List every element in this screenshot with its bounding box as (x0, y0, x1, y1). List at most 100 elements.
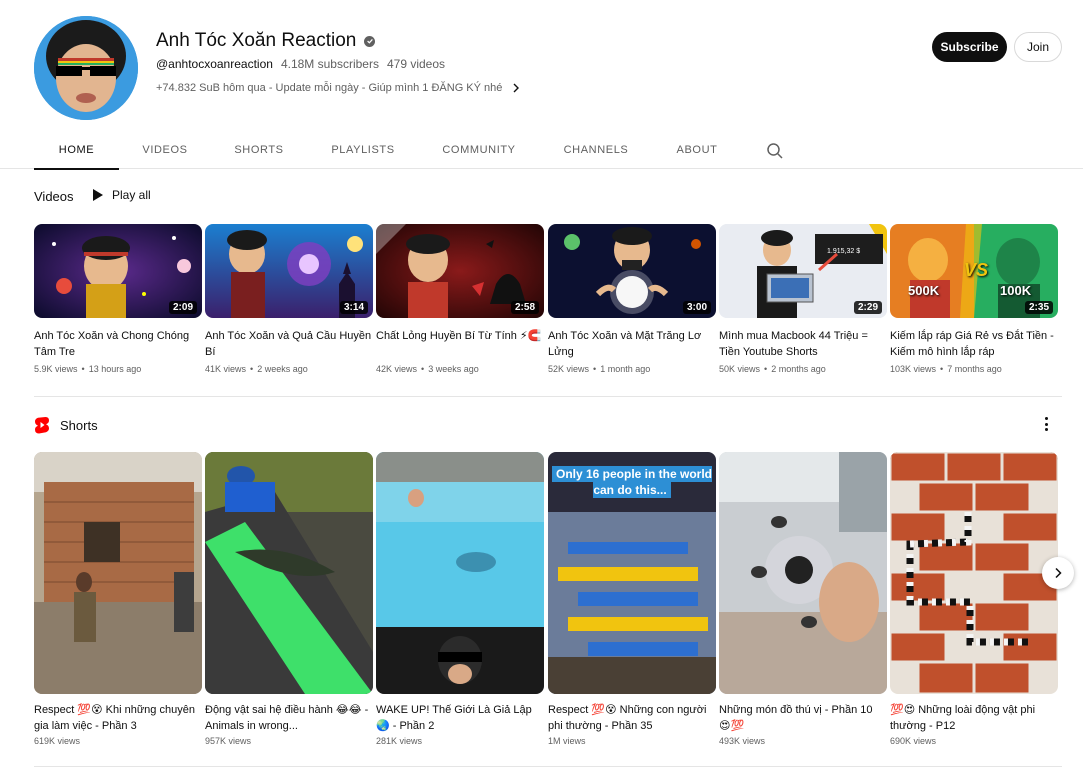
short-title[interactable]: Respect 💯😵 Những con người phi thường - … (548, 702, 716, 734)
thumb-left-number: 500K (908, 283, 940, 298)
video-meta: 50K views 2 months ago (719, 364, 887, 374)
video-title[interactable]: Anh Tóc Xoăn và Mặt Trăng Lơ Lửng (548, 328, 716, 360)
channel-avatar[interactable] (34, 16, 138, 120)
video-views: 103K views (890, 364, 937, 374)
subscribe-button[interactable]: Subscribe (932, 32, 1007, 62)
section-divider (34, 396, 1062, 397)
video-card[interactable]: 3:14 Anh Tóc Xoăn và Quả Cầu Huyền Bí 41… (205, 224, 373, 374)
video-thumbnail[interactable]: 3:14 (205, 224, 373, 318)
meta-separator (421, 364, 424, 374)
search-icon[interactable] (766, 142, 784, 160)
video-card[interactable]: 500K VS 100K 2:35 Kiếm lắp ráp Giá Rẻ vs… (890, 224, 1058, 374)
shelf-next-button[interactable] (1042, 557, 1074, 589)
channel-handle: @anhtocxoanreaction (156, 57, 273, 71)
short-thumbnail[interactable] (376, 452, 544, 694)
video-title[interactable]: Chất Lỏng Huyền Bí Từ Tính ⚡🧲 (376, 328, 544, 360)
channel-meta: @anhtocxoanreaction 4.18M subscribers 47… (156, 57, 445, 71)
short-views: 281K views (376, 736, 423, 746)
channel-description[interactable]: +74.832 SuB hôm qua - Update mỗi ngày - … (156, 82, 522, 94)
video-meta: 52K views 1 month ago (548, 364, 716, 374)
video-thumbnail[interactable]: 1.915,32 $ 2:29 (719, 224, 887, 318)
video-card[interactable]: 2:09 Anh Tóc Xoăn và Chong Chóng Tâm Tre… (34, 224, 202, 374)
shorts-icon (35, 417, 49, 434)
short-thumbnail[interactable]: Only 16 people in the world can do this.… (548, 452, 716, 694)
video-views: 50K views (719, 364, 761, 374)
meta-separator (940, 364, 943, 374)
more-options-icon[interactable] (1040, 416, 1052, 432)
tab-shorts[interactable]: SHORTS (226, 131, 292, 169)
meta-separator (764, 364, 767, 374)
play-icon (93, 189, 103, 201)
video-views: 52K views (548, 364, 590, 374)
video-duration: 3:14 (339, 301, 368, 314)
video-duration: 2:35 (1024, 301, 1053, 314)
videos-section-title: Videos (34, 189, 74, 204)
tab-about[interactable]: ABOUT (669, 131, 725, 169)
video-thumbnail[interactable]: 3:00 (548, 224, 716, 318)
channel-name: Anh Tóc Xoăn Reaction (156, 30, 376, 52)
tab-videos[interactable]: VIDEOS (135, 131, 195, 169)
meta-separator (593, 364, 596, 374)
shorts-section-title: Shorts (60, 417, 98, 433)
short-card[interactable]: Respect 💯😵 Khi những chuyên gia làm việc… (34, 452, 202, 746)
video-views: 42K views (376, 364, 418, 374)
thumb-price-text: 1.915,32 $ (827, 248, 861, 255)
verified-icon (364, 35, 376, 47)
video-card[interactable]: 3:00 Anh Tóc Xoăn và Mặt Trăng Lơ Lửng 5… (548, 224, 716, 374)
shorts-section-header: Shorts (34, 416, 98, 434)
video-thumbnail[interactable]: 2:09 (34, 224, 202, 318)
short-title[interactable]: WAKE UP! Thế Giới Là Giả Lập 🌏 - Phần 2 (376, 702, 544, 734)
video-count: 479 videos (386, 57, 446, 71)
overlay-text-label: Only 16 people in the world can do this.… (551, 466, 713, 498)
short-card[interactable]: Only 16 people in the world can do this.… (548, 452, 716, 746)
short-overlay-text: Only 16 people in the world can do this.… (548, 466, 716, 498)
join-button[interactable]: Join (1014, 32, 1062, 62)
short-views: 690K views (890, 736, 937, 746)
video-age: 2 weeks ago (257, 364, 308, 374)
thumb-vs-text: VS (964, 260, 989, 280)
short-thumbnail[interactable] (34, 452, 202, 694)
short-views: 493K views (719, 736, 766, 746)
tab-community[interactable]: COMMUNITY (436, 131, 522, 169)
video-title[interactable]: Anh Tóc Xoăn và Quả Cầu Huyền Bí (205, 328, 373, 360)
video-duration: 2:29 (853, 301, 882, 314)
short-card[interactable]: Động vật sai hệ điều hành 😂😂 - Animals i… (205, 452, 373, 746)
meta-separator (250, 364, 253, 374)
video-age: 7 months ago (947, 364, 1002, 374)
short-title[interactable]: Những món đồ thú vị - Phần 10 😍💯 (719, 702, 887, 734)
chevron-right-icon (513, 83, 520, 93)
short-card[interactable]: Những món đồ thú vị - Phần 10 😍💯 493K vi… (719, 452, 887, 746)
channel-tabs: HOME VIDEOS SHORTS PLAYLISTS COMMUNITY C… (0, 131, 1083, 170)
short-card[interactable]: 💯😍 Những loài động vật phi thường - P12 … (890, 452, 1058, 746)
video-title[interactable]: Anh Tóc Xoăn và Chong Chóng Tâm Tre (34, 328, 202, 360)
channel-description-text: +74.832 SuB hôm qua - Update mỗi ngày - … (156, 82, 503, 94)
video-age: 13 hours ago (88, 364, 142, 374)
video-card[interactable]: 1.915,32 $ 2:29 Mình mua Macbook 44 Triệ… (719, 224, 887, 374)
section-divider (34, 766, 1062, 767)
tab-playlists[interactable]: PLAYLISTS (323, 131, 403, 169)
video-thumbnail[interactable]: 2:58 (376, 224, 544, 318)
chevron-right-icon (1055, 567, 1062, 579)
short-thumbnail[interactable] (205, 452, 373, 694)
video-duration: 3:00 (682, 301, 711, 314)
video-views: 5.9K views (34, 364, 78, 374)
meta-separator (82, 364, 85, 374)
short-title[interactable]: Động vật sai hệ điều hành 😂😂 - Animals i… (205, 702, 373, 734)
short-card[interactable]: WAKE UP! Thế Giới Là Giả Lập 🌏 - Phần 2 … (376, 452, 544, 746)
video-title[interactable]: Kiếm lắp ráp Giá Rẻ vs Đắt Tiền - Kiếm m… (890, 328, 1058, 360)
video-duration: 2:58 (510, 301, 539, 314)
play-all-button[interactable]: Play all (92, 188, 151, 202)
short-title[interactable]: Respect 💯😵 Khi những chuyên gia làm việc… (34, 702, 202, 734)
short-title[interactable]: 💯😍 Những loài động vật phi thường - P12 (890, 702, 1058, 734)
short-views: 957K views (205, 736, 252, 746)
video-title[interactable]: Mình mua Macbook 44 Triệu = Tiền Youtube… (719, 328, 887, 360)
video-thumbnail[interactable]: 500K VS 100K 2:35 (890, 224, 1058, 318)
video-views: 41K views (205, 364, 247, 374)
video-card[interactable]: 2:58 Chất Lỏng Huyền Bí Từ Tính ⚡🧲 42K v… (376, 224, 544, 374)
short-thumbnail[interactable] (719, 452, 887, 694)
short-thumbnail[interactable] (890, 452, 1058, 694)
tab-channels[interactable]: CHANNELS (557, 131, 635, 169)
video-age: 3 weeks ago (428, 364, 479, 374)
tab-home[interactable]: HOME (34, 131, 119, 170)
video-duration: 2:09 (168, 301, 197, 314)
